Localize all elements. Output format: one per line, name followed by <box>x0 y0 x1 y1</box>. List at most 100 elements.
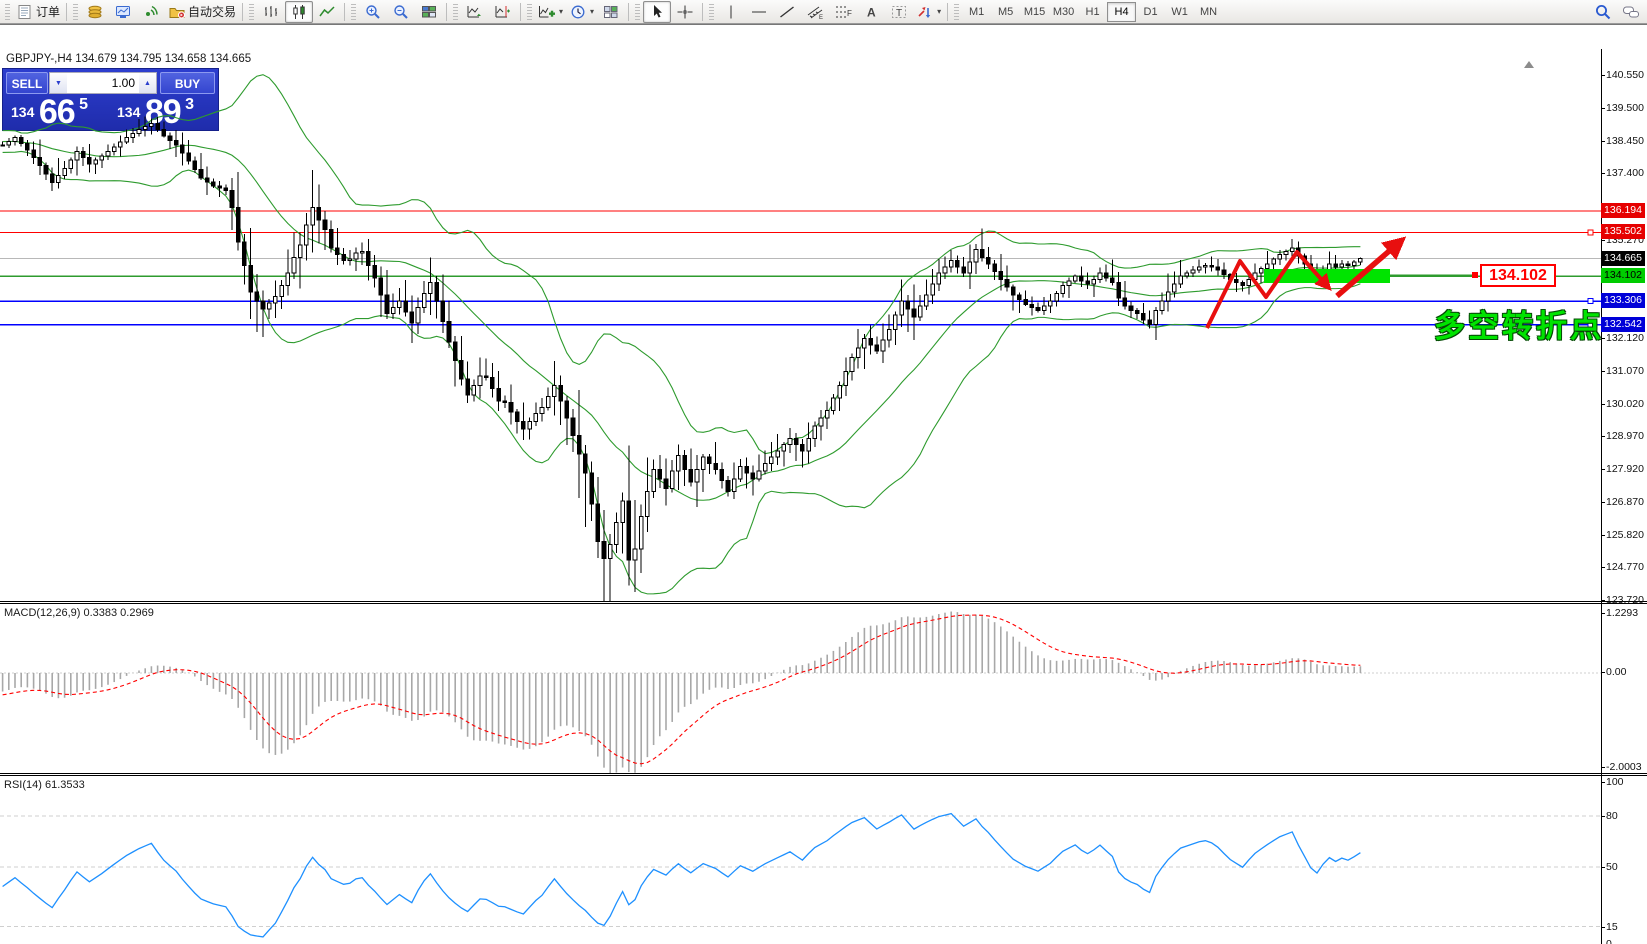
toolbar-separator <box>66 3 67 21</box>
rsi-pane-canvas[interactable] <box>0 777 1601 944</box>
candlesticks <box>1 116 1362 601</box>
signals-button[interactable] <box>137 1 165 23</box>
timeframe-h4[interactable]: H4 <box>1107 2 1136 22</box>
channel-icon: E <box>806 4 824 20</box>
chart-shift-marker[interactable] <box>1524 61 1534 68</box>
macd-axis-label: 1.2293 <box>1606 607 1638 619</box>
line-icon <box>318 4 336 20</box>
toolbar-separator <box>702 3 703 21</box>
charts-button[interactable] <box>81 1 109 23</box>
crosshair-button[interactable] <box>671 1 699 23</box>
indicators-button[interactable]: ▾ <box>535 1 566 23</box>
tile-windows-button[interactable] <box>415 1 443 23</box>
timeframe-m1[interactable]: M1 <box>962 2 991 22</box>
y-axis-tick-label: 132.120 <box>1606 332 1644 344</box>
candlestick-chart-button[interactable] <box>285 1 313 23</box>
periods-button[interactable]: ▾ <box>566 1 597 23</box>
bar-chart-button[interactable] <box>257 1 285 23</box>
autoscroll-icon <box>466 4 484 20</box>
channel-button[interactable]: E <box>801 1 829 23</box>
autotrade-button[interactable]: 自动交易 <box>165 1 239 23</box>
autotrade-icon <box>168 4 186 20</box>
horizontal-line-button[interactable] <box>745 1 773 23</box>
templates-button[interactable] <box>597 1 625 23</box>
trendline-button[interactable] <box>773 1 801 23</box>
timeframe-h1[interactable]: H1 <box>1078 2 1107 22</box>
callout-anchor[interactable] <box>1472 272 1478 278</box>
search-icon <box>1594 4 1612 20</box>
chart-shift-button[interactable] <box>489 1 517 23</box>
price-tag-134.665: 134.665 <box>1601 251 1645 266</box>
toolbar-grip <box>954 4 959 20</box>
svg-text:F: F <box>847 9 852 18</box>
mt4-terminal: 订单自动交易▾▾EFAT▾M1M5M15M30H1H4D1W1MN GBPJPY… <box>0 0 1647 944</box>
timeframe-w1[interactable]: W1 <box>1165 2 1194 22</box>
breakout-arrow-annotation[interactable] <box>1337 240 1402 296</box>
fibo-icon: F <box>834 4 852 20</box>
pane-separator-rsi[interactable] <box>0 773 1647 776</box>
monitor-icon <box>114 4 132 20</box>
fibonacci-button[interactable]: F <box>829 1 857 23</box>
market-watch-button[interactable] <box>109 1 137 23</box>
arrows-button[interactable]: ▾ <box>913 1 944 23</box>
chat-button[interactable] <box>1617 1 1645 23</box>
text-button[interactable]: A <box>857 1 885 23</box>
rsi-axis-label: 50 <box>1606 861 1618 873</box>
y-axis-tick <box>1601 469 1605 470</box>
text-label-button[interactable]: T <box>885 1 913 23</box>
rsi-axis-label: 80 <box>1606 810 1618 822</box>
rsi-label: RSI(14) 61.3533 <box>4 779 85 791</box>
line-chart-button[interactable] <box>313 1 341 23</box>
new-order-button-label: 订单 <box>36 3 60 20</box>
bollinger-band[interactable] <box>3 75 1361 454</box>
timeframe-d1[interactable]: D1 <box>1136 2 1165 22</box>
timeframe-m5[interactable]: M5 <box>991 2 1020 22</box>
zoom-out-button[interactable] <box>387 1 415 23</box>
price-tag-134.102: 134.102 <box>1601 268 1645 283</box>
y-axis-tick <box>1601 173 1605 174</box>
timeframe-m30[interactable]: M30 <box>1049 2 1078 22</box>
macd-pane-canvas[interactable] <box>0 605 1601 773</box>
toolbar-separator <box>446 3 447 21</box>
macd-axis-label: 0.00 <box>1606 666 1626 678</box>
arrows-icon <box>916 4 934 20</box>
timeframe-m15[interactable]: M15 <box>1020 2 1049 22</box>
y-axis-tick-label: 131.070 <box>1606 365 1644 377</box>
chevron-down-icon: ▾ <box>937 7 941 16</box>
y-axis-tick <box>1601 141 1605 142</box>
cursor-button[interactable] <box>643 1 671 23</box>
rsi-line <box>3 814 1361 937</box>
macd-axis-tick <box>1601 672 1605 673</box>
y-axis-tick-label: 125.820 <box>1606 529 1644 541</box>
zoom-in-button[interactable] <box>359 1 387 23</box>
y-axis-tick-label: 128.970 <box>1606 430 1644 442</box>
price-level-callout[interactable]: 134.102 <box>1480 264 1556 287</box>
search-button[interactable] <box>1589 1 1617 23</box>
toolbar-grip <box>5 4 10 20</box>
toolbar-grip <box>453 4 458 20</box>
pane-separator-macd[interactable] <box>0 601 1647 604</box>
new-order-button[interactable]: 订单 <box>13 1 63 23</box>
rsi-axis-tick <box>1601 782 1605 783</box>
bollinger-band[interactable] <box>3 151 1361 593</box>
toolbar-separator <box>628 3 629 21</box>
y-axis-tick <box>1601 371 1605 372</box>
vertical-line-button[interactable] <box>717 1 745 23</box>
tile-icon <box>420 4 438 20</box>
y-axis-tick-label: 138.450 <box>1606 135 1644 147</box>
rsi-axis-tick <box>1601 867 1605 868</box>
svg-text:A: A <box>867 5 876 19</box>
clock-icon <box>569 4 587 20</box>
toolbar-grip <box>709 4 714 20</box>
hline-anchor[interactable] <box>1588 230 1593 235</box>
y-axis-tick-label: 137.400 <box>1606 167 1644 179</box>
timeframe-mn[interactable]: MN <box>1194 2 1223 22</box>
chart-window[interactable]: GBPJPY-,H4 134.679 134.795 134.658 134.6… <box>0 24 1647 944</box>
auto-scroll-button[interactable] <box>461 1 489 23</box>
autotrade-button-label: 自动交易 <box>188 3 236 20</box>
turning-point-annotation[interactable]: 多空转折点 <box>1434 301 1604 346</box>
y-axis-tick <box>1601 108 1605 109</box>
toolbar-separator <box>344 3 345 21</box>
page-icon <box>16 4 34 20</box>
price-chart-canvas[interactable] <box>0 49 1601 601</box>
